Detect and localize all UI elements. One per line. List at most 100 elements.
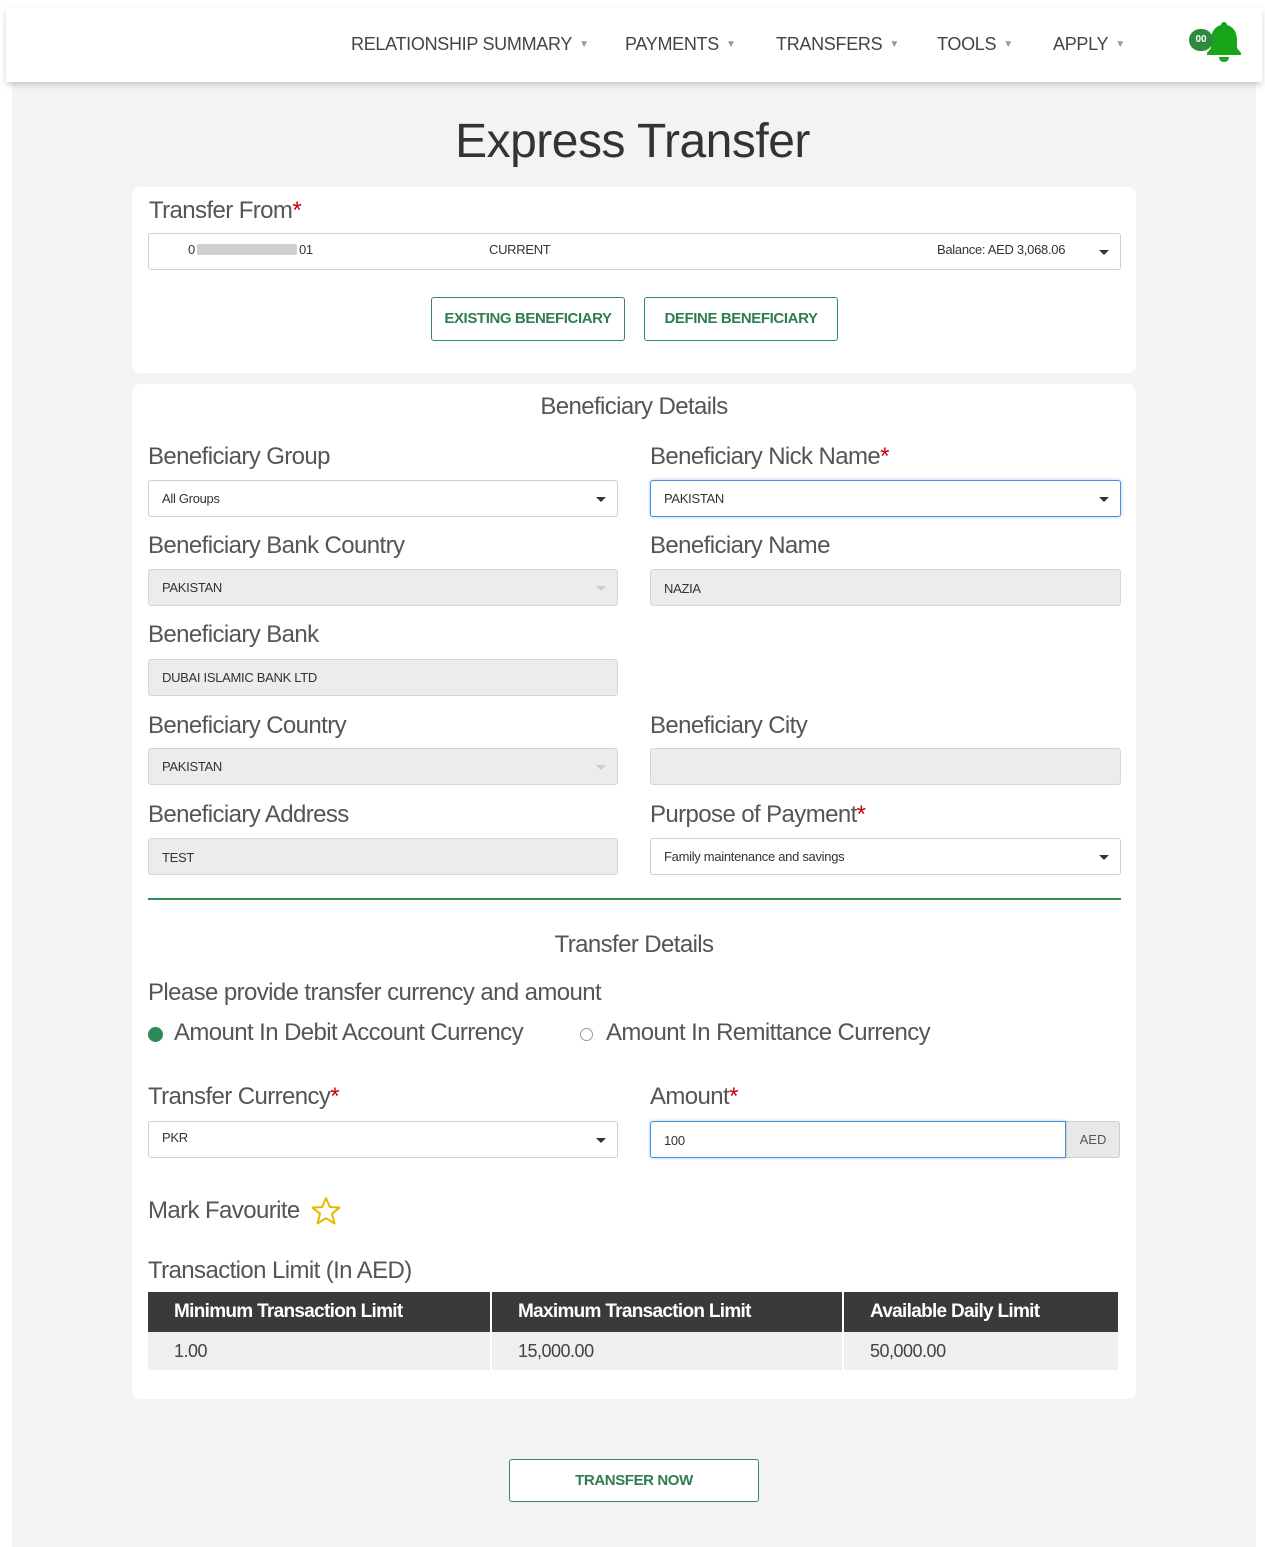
required-asterisk: *: [856, 801, 866, 828]
radio-debit-currency-label[interactable]: Amount In Debit Account Currency: [174, 1019, 524, 1047]
nav-relationship-summary[interactable]: RELATIONSHIP SUMMARY ▼: [351, 34, 589, 55]
column-header: Minimum Transaction Limit: [148, 1292, 492, 1332]
radio-remittance-currency-label[interactable]: Amount In Remittance Currency: [606, 1019, 931, 1047]
beneficiary-country-label: Beneficiary Country: [148, 712, 347, 739]
beneficiary-country-select: PAKISTAN: [148, 748, 618, 785]
nav-label: TRANSFERS: [776, 34, 883, 54]
account-type: CURRENT: [489, 242, 551, 257]
account-number: 0 01: [188, 242, 313, 257]
amount-label: Amount*: [650, 1083, 738, 1111]
purpose-of-payment-select[interactable]: Family maintenance and savings: [650, 838, 1121, 875]
amount-value: 100: [664, 1133, 685, 1148]
nav-label: PAYMENTS: [625, 34, 719, 54]
transfer-from-label: Transfer From*: [149, 197, 302, 225]
table-cell: 1.00: [148, 1332, 492, 1370]
beneficiary-bank-country-select: PAKISTAN: [148, 569, 618, 606]
label-text: Amount: [650, 1083, 730, 1110]
required-asterisk: *: [292, 197, 302, 224]
column-header: Maximum Transaction Limit: [491, 1292, 844, 1332]
transfer-details-heading: Transfer Details: [554, 931, 715, 958]
table-header-row: Minimum Transaction Limit Maximum Transa…: [148, 1292, 1118, 1332]
account-balance: Balance: AED 3,068.06: [937, 242, 1066, 257]
page-title: Express Transfer: [455, 115, 810, 168]
nav-label: APPLY: [1053, 34, 1109, 54]
required-asterisk: *: [330, 1083, 340, 1110]
transfer-now-button[interactable]: TRANSFER NOW: [509, 1459, 759, 1502]
beneficiary-bank-country-label: Beneficiary Bank Country: [148, 532, 405, 559]
beneficiary-details-heading: Beneficiary Details: [540, 393, 728, 420]
beneficiary-address-field: TEST: [148, 838, 618, 875]
transfer-from-card: Transfer From* 0 01 CURRENT Balance: AED …: [132, 187, 1136, 373]
beneficiary-address-value: TEST: [162, 850, 195, 865]
beneficiary-name-value: NAZIA: [664, 581, 701, 596]
amount-input[interactable]: 100: [650, 1121, 1066, 1158]
top-navbar: RELATIONSHIP SUMMARY ▼ PAYMENTS ▼ TRANSFER…: [6, 8, 1262, 82]
beneficiary-address-label: Beneficiary Address: [148, 801, 349, 828]
table-cell: 15,000.00: [491, 1332, 844, 1370]
nav-tools[interactable]: TOOLS ▼: [937, 34, 1013, 55]
beneficiary-city-field: [650, 748, 1121, 785]
caret-down-icon: ▼: [1115, 39, 1125, 50]
beneficiary-bank-value: DUBAI ISLAMIC BANK LTD: [162, 670, 317, 685]
label-text: Transfer From: [149, 197, 293, 224]
required-asterisk: *: [880, 443, 889, 470]
beneficiary-nick-name-select[interactable]: PAKISTAN: [650, 480, 1121, 517]
caret-down-icon: ▼: [1003, 39, 1013, 50]
transfer-currency-value: PKR: [162, 1130, 188, 1145]
beneficiary-bank-label: Beneficiary Bank: [148, 621, 319, 648]
beneficiary-country-value: PAKISTAN: [162, 759, 222, 774]
nav-label: RELATIONSHIP SUMMARY: [351, 34, 573, 54]
chevron-down-icon: [596, 1138, 606, 1143]
beneficiary-group-value: All Groups: [162, 491, 220, 506]
caret-down-icon: ▼: [579, 39, 589, 50]
beneficiary-nick-name-label: Beneficiary Nick Name*: [650, 443, 889, 471]
beneficiary-city-label: Beneficiary City: [650, 712, 808, 739]
transfer-currency-label: Transfer Currency*: [148, 1083, 340, 1111]
required-asterisk: *: [729, 1083, 738, 1110]
label-text: Beneficiary Nick Name: [650, 443, 881, 470]
radio-remittance-currency[interactable]: [580, 1028, 593, 1041]
account-prefix: 0: [188, 242, 195, 257]
amount-currency-addon: AED: [1066, 1121, 1120, 1158]
notification-badge[interactable]: 00: [1189, 29, 1213, 51]
masked-digits: [196, 244, 297, 255]
chevron-down-icon: [1099, 250, 1109, 255]
beneficiary-name-field: NAZIA: [650, 569, 1121, 606]
existing-beneficiary-button[interactable]: EXISTING BENEFICIARY: [431, 297, 625, 341]
transaction-limit-title: Transaction Limit (In AED): [148, 1257, 412, 1284]
beneficiary-nick-name-value: PAKISTAN: [664, 491, 724, 506]
table-row: 1.00 15,000.00 50,000.00: [148, 1332, 1118, 1370]
nav-transfers[interactable]: TRANSFERS ▼: [776, 34, 899, 55]
account-suffix: 01: [298, 242, 313, 257]
transaction-limit-table: Minimum Transaction Limit Maximum Transa…: [148, 1292, 1118, 1370]
beneficiary-bank-field: DUBAI ISLAMIC BANK LTD: [148, 659, 618, 696]
caret-down-icon: ▼: [889, 39, 899, 50]
details-card: Beneficiary Details Beneficiary Group Al…: [132, 384, 1136, 1399]
section-divider: [148, 898, 1121, 900]
star-icon[interactable]: [310, 1196, 342, 1226]
beneficiary-group-label: Beneficiary Group: [148, 443, 331, 470]
label-text: Purpose of Payment: [650, 801, 857, 828]
mark-favourite-label: Mark Favourite: [148, 1197, 300, 1224]
chevron-down-icon: [1099, 855, 1109, 860]
table-cell: 50,000.00: [843, 1332, 1118, 1370]
purpose-of-payment-label: Purpose of Payment*: [650, 801, 866, 829]
beneficiary-group-select[interactable]: All Groups: [148, 480, 618, 517]
transfer-currency-select[interactable]: PKR: [148, 1121, 618, 1158]
beneficiary-name-label: Beneficiary Name: [650, 532, 830, 559]
purpose-of-payment-value: Family maintenance and savings: [664, 849, 845, 864]
caret-down-icon: ▼: [725, 39, 736, 50]
nav-label: TOOLS: [937, 34, 997, 54]
beneficiary-bank-country-value: PAKISTAN: [162, 580, 222, 595]
define-beneficiary-button[interactable]: DEFINE BENEFICIARY: [644, 297, 838, 341]
nav-payments[interactable]: PAYMENTS ▼: [625, 34, 736, 55]
transfer-prompt-text: Please provide transfer currency and amo…: [148, 979, 602, 1006]
chevron-down-icon: [1099, 497, 1109, 502]
chevron-down-icon: [596, 765, 606, 770]
radio-debit-currency[interactable]: [148, 1027, 163, 1042]
label-text: Transfer Currency: [148, 1083, 331, 1110]
nav-apply[interactable]: APPLY ▼: [1053, 34, 1125, 55]
column-header: Available Daily Limit: [843, 1292, 1118, 1332]
transfer-from-select[interactable]: 0 01 CURRENT Balance: AED 3,068.06: [148, 233, 1121, 270]
chevron-down-icon: [596, 497, 606, 502]
